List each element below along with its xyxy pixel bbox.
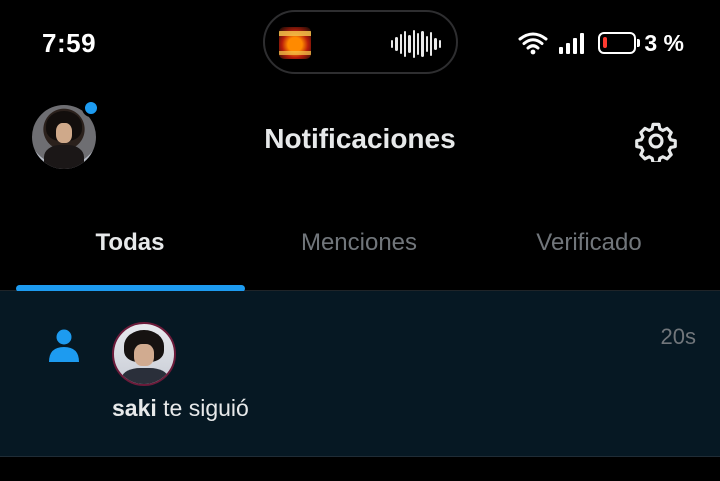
tab-verificado[interactable]: Verificado <box>474 205 704 291</box>
gear-icon <box>635 122 677 162</box>
follower-avatar[interactable] <box>112 322 176 386</box>
follower-username[interactable]: saki <box>112 395 157 421</box>
feed-background <box>0 458 720 481</box>
battery-percent: 3 % <box>644 29 684 56</box>
notification-action: te siguió <box>156 395 249 421</box>
battery-icon <box>598 32 641 54</box>
wifi-icon <box>518 32 548 55</box>
tab-menciones[interactable]: Menciones <box>244 205 474 291</box>
album-art-thumbnail <box>279 27 311 59</box>
notification-tabs: Todas Menciones Verificado <box>0 205 720 292</box>
status-time: 7:59 <box>42 28 97 58</box>
app-header: Notificaciones <box>0 95 720 185</box>
person-follow-icon <box>49 329 79 362</box>
notification-text: saki te siguió <box>112 395 249 422</box>
signal-icon <box>559 33 585 54</box>
audio-waveform-icon <box>391 28 441 60</box>
media-island[interactable] <box>263 10 458 74</box>
unread-dot <box>82 99 100 117</box>
page-title: Notificaciones <box>264 123 456 154</box>
notifications-screen: 7:59 3 % Notificaciones Todas Menciones … <box>0 0 720 481</box>
notification-time: 20s <box>660 324 696 349</box>
status-icons: 3 % <box>518 28 684 58</box>
notification-item[interactable]: 20s saki te siguió <box>0 291 720 457</box>
settings-button[interactable] <box>632 117 680 165</box>
tab-todas[interactable]: Todas <box>16 205 244 291</box>
status-bar: 7:59 3 % <box>0 0 720 90</box>
